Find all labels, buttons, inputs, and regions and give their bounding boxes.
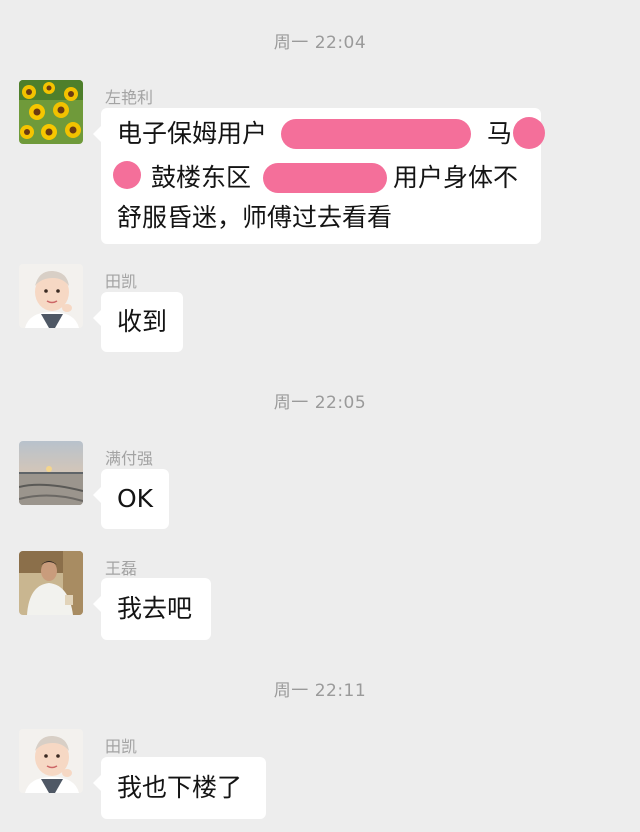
sender-name: 满付强 xyxy=(105,449,154,468)
child-avatar-icon[interactable] xyxy=(19,729,83,793)
message-text: 用户身体不 xyxy=(393,163,519,192)
message-bubble[interactable]: 电子保姆用户 马 鼓楼东区 用户身体不 舒服昏迷，师傅过去看看 xyxy=(93,108,545,244)
redaction-mark xyxy=(263,163,387,193)
sender-name: 田凯 xyxy=(105,272,138,291)
message-bubble[interactable]: 收到 xyxy=(93,292,183,352)
sender-name: 王磊 xyxy=(105,559,138,578)
redaction-mark xyxy=(513,117,545,149)
child-avatar-icon[interactable] xyxy=(19,264,83,328)
message-line: 鼓楼东区 用户身体不 xyxy=(113,156,527,200)
man-photo-avatar-icon[interactable] xyxy=(19,551,83,615)
timestamp: 周一 22:04 xyxy=(273,33,367,53)
sunflower-avatar-icon[interactable] xyxy=(19,80,83,144)
sender-name: 左艳利 xyxy=(105,88,154,107)
message-text: 舒服昏迷，师傅过去看看 xyxy=(117,203,393,232)
message-text: 我去吧 xyxy=(117,594,193,623)
message-bubble[interactable]: OK xyxy=(93,469,169,529)
sender-name: 田凯 xyxy=(105,737,138,756)
sunset-lake-avatar-icon[interactable] xyxy=(19,441,83,505)
message-line: 舒服昏迷，师傅过去看看 xyxy=(117,196,527,240)
message-text: 马 xyxy=(487,119,513,148)
message-text: 电子保姆用户 xyxy=(117,119,268,148)
message-text: 鼓楼东区 xyxy=(151,163,252,192)
message-bubble[interactable]: 我去吧 xyxy=(93,578,211,640)
message-text: 我也下楼了 xyxy=(117,773,243,802)
message-line: 电子保姆用户 马 xyxy=(117,112,545,156)
message-text: OK xyxy=(117,484,154,513)
redaction-mark xyxy=(281,119,471,149)
message-bubble[interactable]: 我也下楼了 xyxy=(93,757,266,819)
redaction-mark xyxy=(113,161,141,189)
timestamp: 周一 22:05 xyxy=(273,393,367,413)
message-text: 收到 xyxy=(117,307,168,336)
timestamp: 周一 22:11 xyxy=(273,681,367,701)
